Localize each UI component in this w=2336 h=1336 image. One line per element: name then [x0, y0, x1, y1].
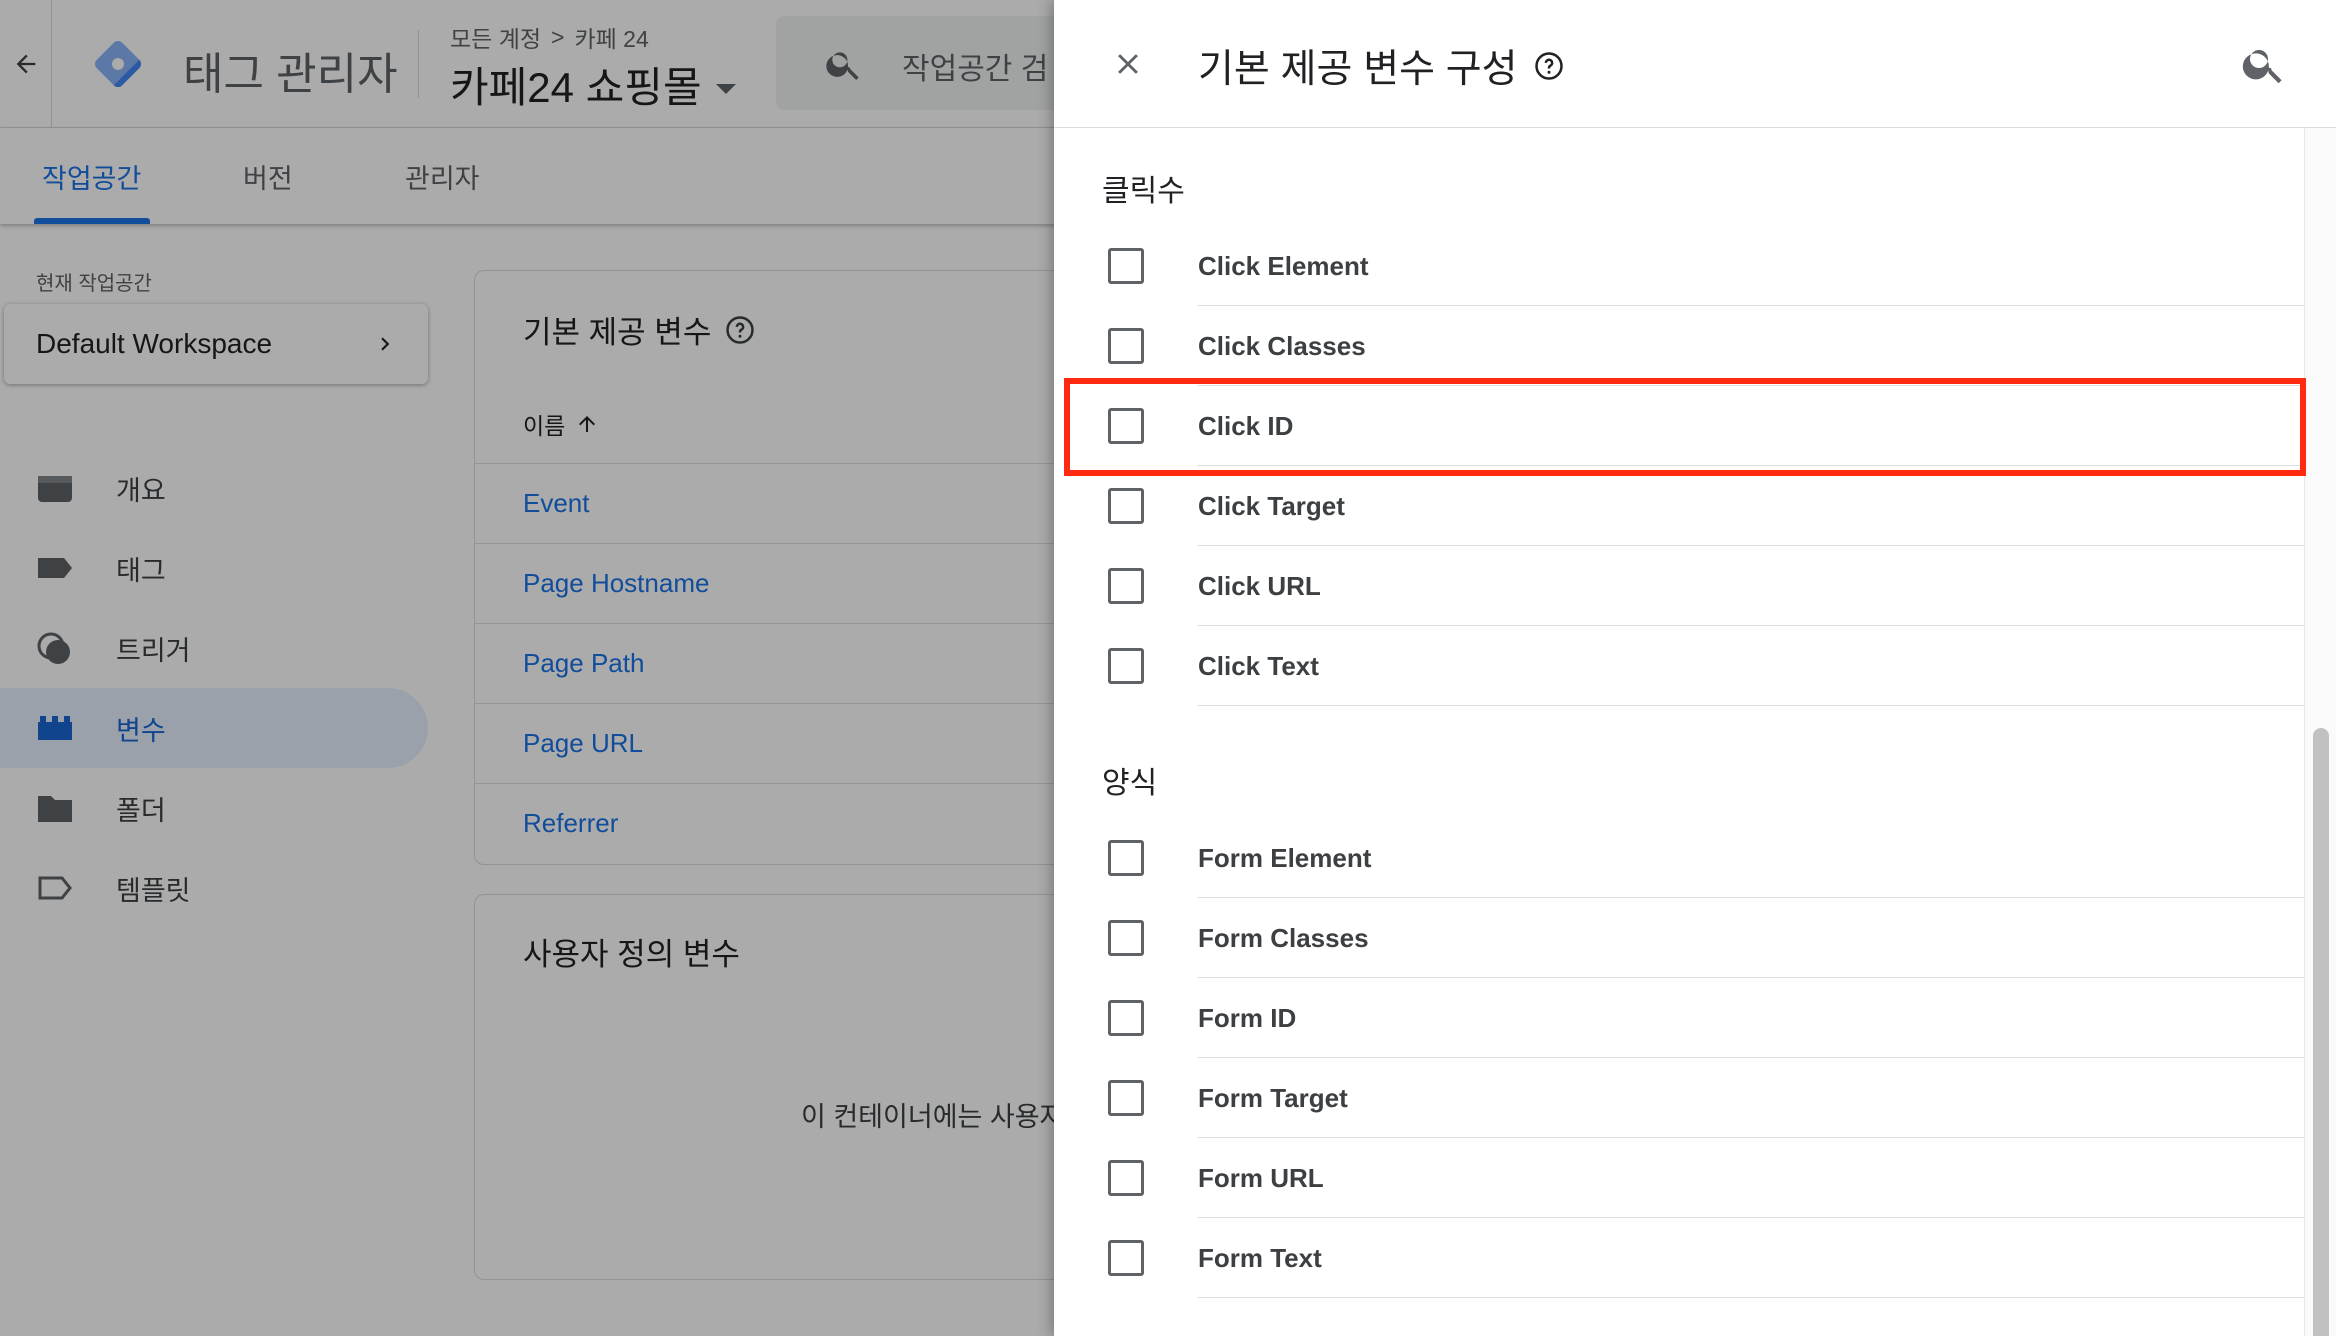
section-title-forms: 양식 [1102, 767, 1158, 800]
panel-title: 기본 제공 변수 구성 [1198, 38, 1564, 94]
option-row[interactable]: Form Target [1054, 1058, 2304, 1138]
checkbox[interactable] [1108, 648, 1144, 684]
scrollbar-thumb[interactable] [2313, 728, 2329, 1336]
option-label: Click Text [1198, 650, 1319, 681]
option-label: Click URL [1198, 570, 1321, 601]
option-row[interactable]: Click Classes [1054, 306, 2304, 386]
close-icon [1118, 54, 1138, 74]
checkbox[interactable] [1108, 1160, 1144, 1196]
section-title-clicks: 클릭수 [1102, 175, 1185, 208]
panel-title-text: 기본 제공 변수 구성 [1198, 48, 1518, 91]
option-row[interactable]: Form Element [1054, 818, 2304, 898]
close-button[interactable] [1104, 40, 1152, 88]
option-label: Form ID [1198, 1002, 1297, 1033]
help-icon[interactable] [1534, 51, 1564, 81]
option-row[interactable]: Click URL [1054, 546, 2304, 626]
checkbox[interactable] [1108, 1240, 1144, 1276]
divider [1198, 705, 2304, 706]
checkbox[interactable] [1108, 568, 1144, 604]
option-row[interactable]: Form ID [1054, 978, 2304, 1058]
option-label: Click Target [1198, 490, 1345, 521]
option-row[interactable]: Form URL [1054, 1138, 2304, 1218]
checkbox[interactable] [1108, 840, 1144, 876]
panel-header: 기본 제공 변수 구성 [1054, 0, 2336, 128]
scrollbar[interactable] [2304, 128, 2336, 1336]
checkbox[interactable] [1108, 488, 1144, 524]
option-label: Click Element [1198, 250, 1369, 281]
builtin-variables-config-panel: 기본 제공 변수 구성 클릭수 Click Element Click Clas… [1054, 0, 2336, 1336]
option-label: Form URL [1198, 1162, 1324, 1193]
option-label: Form Text [1198, 1242, 1322, 1273]
option-row[interactable]: Form Classes [1054, 898, 2304, 978]
option-row[interactable]: Form Text [1054, 1218, 2304, 1298]
option-row[interactable]: Click Target [1054, 466, 2304, 546]
option-label: Form Target [1198, 1082, 1348, 1113]
option-row[interactable]: Click Element [1054, 226, 2304, 306]
checkbox[interactable] [1108, 248, 1144, 284]
option-label: Form Classes [1198, 922, 1369, 953]
option-label: Click Classes [1198, 330, 1366, 361]
click-id-highlight-box [1064, 378, 2306, 476]
checkbox[interactable] [1108, 328, 1144, 364]
divider [1198, 1297, 2304, 1298]
option-row[interactable]: Click Text [1054, 626, 2304, 706]
checkbox[interactable] [1108, 920, 1144, 956]
option-label: Form Element [1198, 842, 1372, 873]
checkbox[interactable] [1108, 1080, 1144, 1116]
checkbox[interactable] [1108, 1000, 1144, 1036]
search-icon[interactable] [2240, 40, 2288, 88]
